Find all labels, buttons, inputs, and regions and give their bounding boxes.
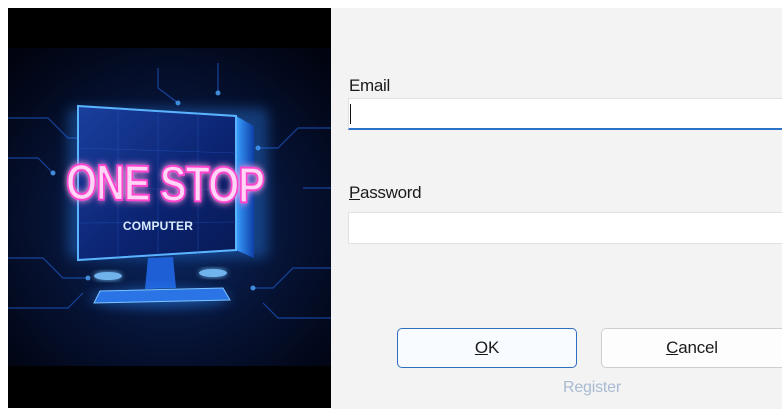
password-label-rest: assword [360, 183, 422, 202]
cancel-button-rest: ancel [678, 338, 718, 357]
email-field[interactable] [348, 98, 782, 130]
ok-button[interactable]: OK [397, 328, 577, 368]
logo-text-one-stop: ONE STOP [66, 154, 264, 214]
ok-button-rest: K [487, 338, 500, 357]
password-label: Password [349, 183, 422, 203]
cancel-button[interactable]: Cancel [601, 328, 782, 368]
password-label-mnemonic: P [349, 183, 361, 202]
login-form: Email Password OK Cancel Register [331, 8, 782, 409]
register-link[interactable]: Register [563, 379, 621, 397]
text-caret [350, 104, 351, 124]
ok-button-mnemonic: O [474, 338, 488, 357]
logo-text-computer: COMPUTER [123, 219, 193, 233]
cancel-button-mnemonic: C [666, 338, 679, 357]
one-stop-computer-logo-image: ONE STOP COMPUTER [8, 8, 331, 408]
password-field[interactable] [348, 212, 782, 244]
login-window: ONE STOP COMPUTER Email Password OK Canc… [0, 0, 782, 409]
email-label: Email [349, 76, 391, 95]
